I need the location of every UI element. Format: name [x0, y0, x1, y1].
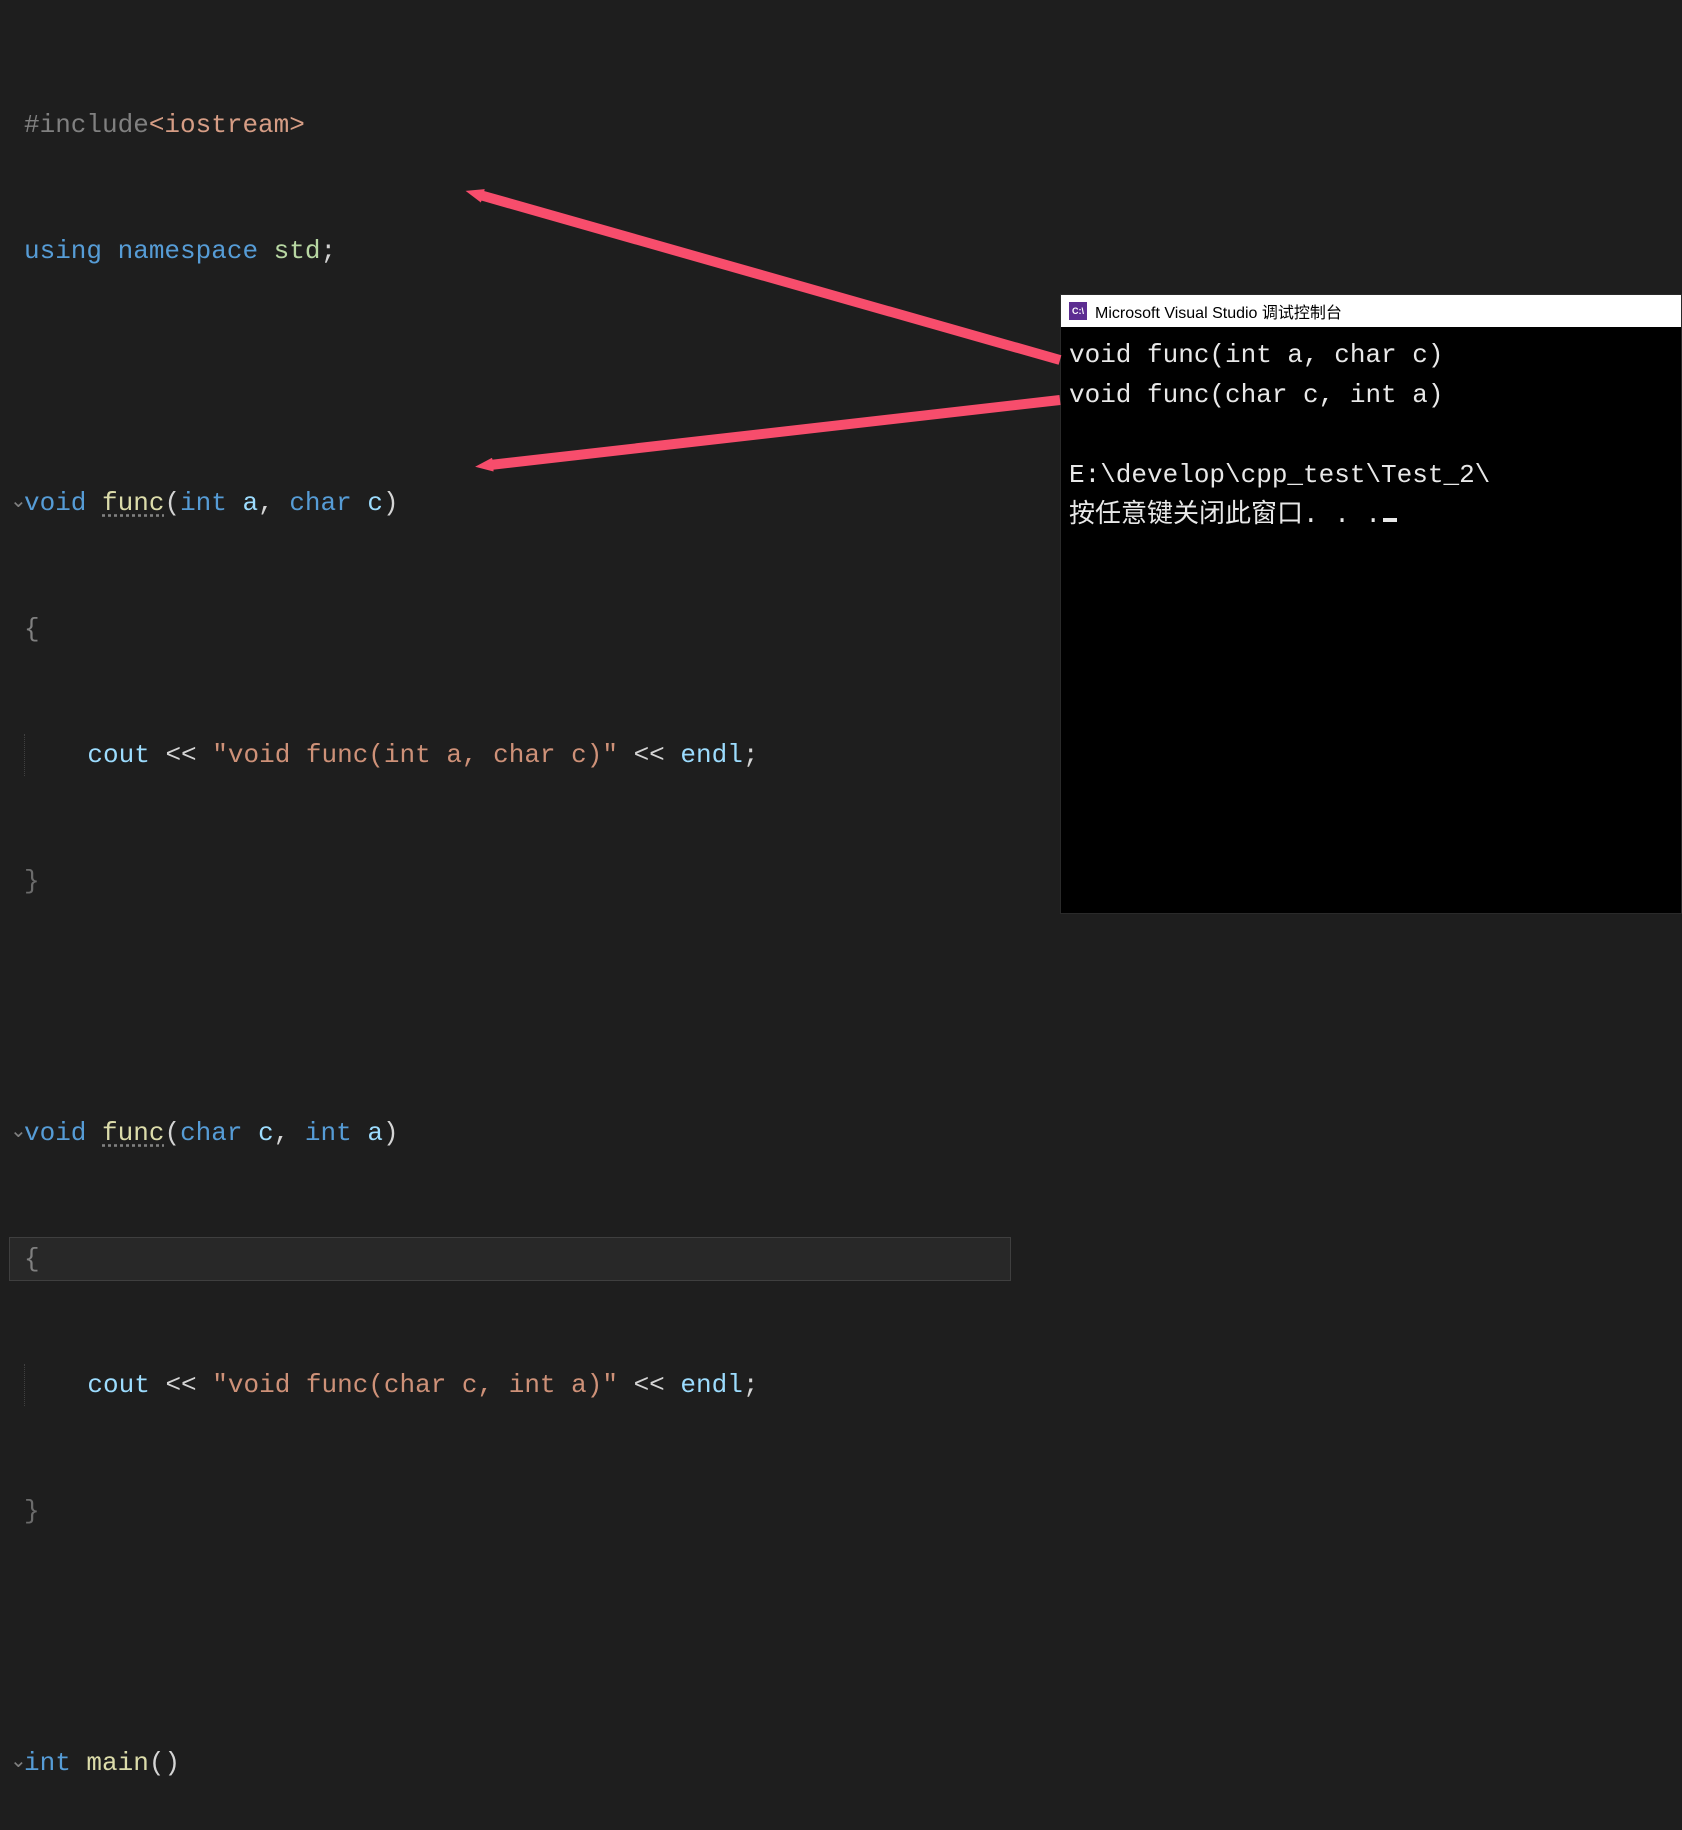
- keyword-namespace: namespace: [118, 236, 258, 266]
- cout: cout: [87, 740, 149, 770]
- fold-chevron-icon[interactable]: ⌄: [10, 1112, 24, 1154]
- function-name: func: [102, 488, 164, 518]
- console-line: void func(int a, char c): [1069, 340, 1443, 370]
- code-line: }: [10, 1490, 1682, 1532]
- console-title: Microsoft Visual Studio 调试控制台: [1095, 299, 1342, 323]
- function-name: func: [102, 1118, 164, 1148]
- keyword-using: using: [24, 236, 102, 266]
- namespace-std: std: [274, 236, 321, 266]
- code-line-highlighted: {: [10, 1238, 1010, 1280]
- include-header: <iostream>: [149, 110, 305, 140]
- string-literal: "void func(int a, char c)": [212, 740, 618, 770]
- brace-open: {: [24, 1244, 40, 1274]
- return-type: void: [24, 1118, 86, 1148]
- console-close-prompt: 按任意键关闭此窗口. . .: [1069, 500, 1381, 530]
- function-name: main: [86, 1748, 148, 1778]
- code-line-blank: [10, 1616, 1682, 1658]
- debug-console-window[interactable]: C:\ Microsoft Visual Studio 调试控制台 void f…: [1060, 294, 1682, 914]
- code-line-blank: [10, 986, 1682, 1028]
- code-line-main-sig: ⌄int main(): [10, 1742, 1682, 1784]
- fold-chevron-icon[interactable]: ⌄: [10, 482, 24, 524]
- return-type: void: [24, 488, 86, 518]
- code-line: cout << "void func(char c, int a)" << en…: [10, 1364, 1682, 1406]
- console-titlebar[interactable]: C:\ Microsoft Visual Studio 调试控制台: [1061, 295, 1681, 327]
- console-line: void func(char c, int a): [1069, 380, 1443, 410]
- brace-open: {: [24, 614, 40, 644]
- brace-close: }: [24, 1496, 40, 1526]
- brace-close: }: [24, 866, 40, 896]
- code-line: using namespace std;: [10, 230, 1682, 272]
- code-line-func2-sig: ⌄void func(char c, int a): [10, 1112, 1682, 1154]
- console-path-line: E:\develop\cpp_test\Test_2\: [1069, 460, 1490, 490]
- cursor-icon: [1383, 518, 1397, 522]
- return-type: int: [24, 1748, 71, 1778]
- console-output[interactable]: void func(int a, char c) void func(char …: [1061, 327, 1681, 543]
- vs-icon: C:\: [1069, 302, 1087, 320]
- string-literal: "void func(char c, int a)": [212, 1370, 618, 1400]
- preprocessor-directive: #include: [24, 110, 149, 140]
- cout: cout: [87, 1370, 149, 1400]
- code-line: #include<iostream>: [10, 104, 1682, 146]
- fold-chevron-icon[interactable]: ⌄: [10, 1742, 24, 1784]
